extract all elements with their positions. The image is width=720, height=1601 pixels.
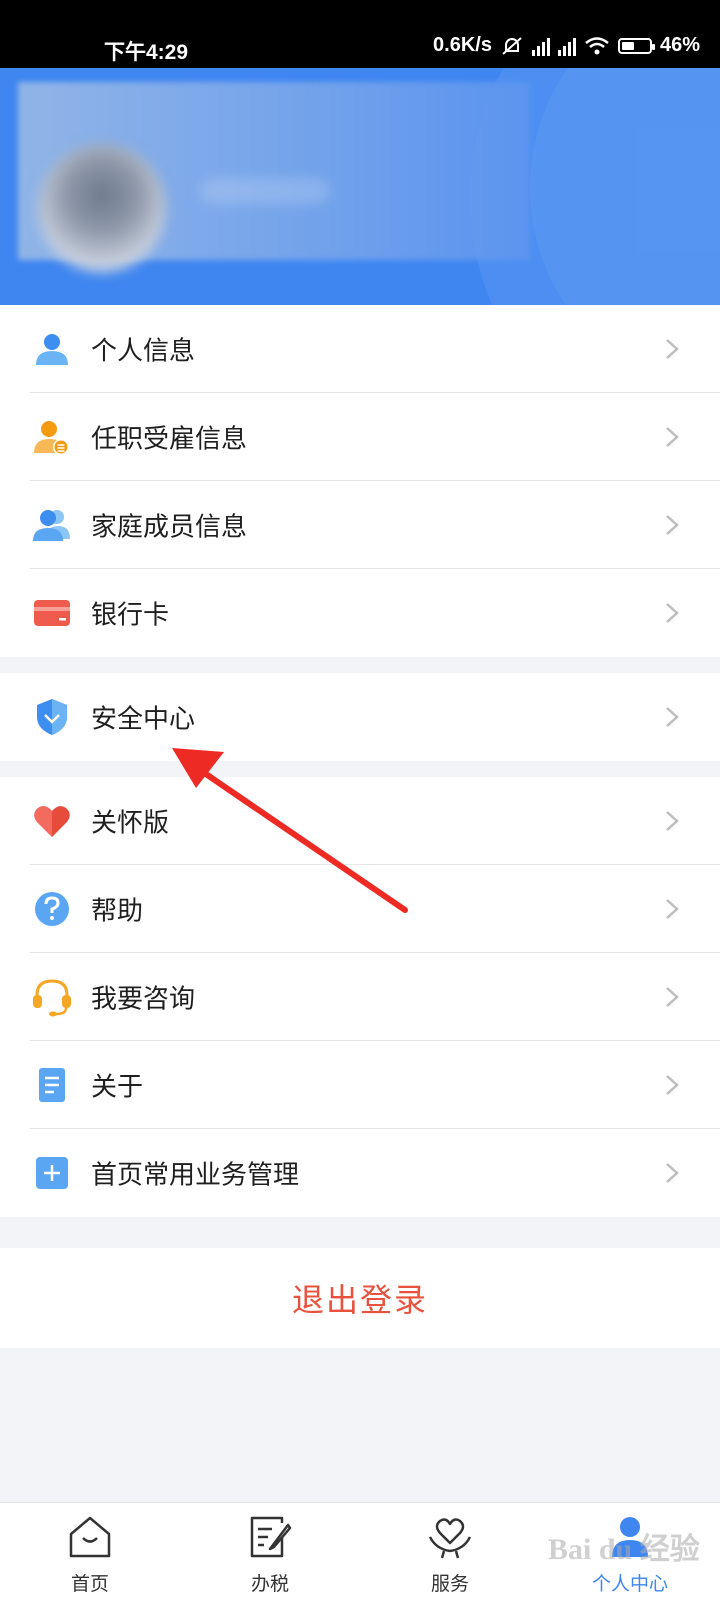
menu-item-label: 银行卡 (91, 600, 170, 631)
tab-label: 办税 (250, 1573, 289, 1595)
shield-icon (37, 699, 67, 735)
chevron-right-icon (666, 899, 679, 919)
menu-item-label: 安全中心 (91, 704, 196, 735)
menu-item-help[interactable]: 帮助 (0, 865, 720, 953)
menu-group-support: 关怀版 帮助 我要咨询 关于 首页常用业务管理 (0, 777, 720, 1217)
logout-button[interactable]: 退出登录 (0, 1248, 720, 1348)
watermark: Bai du 经验 (548, 1533, 700, 1566)
chevron-right-icon (666, 339, 679, 359)
logout-label: 退出登录 (291, 1281, 428, 1319)
tab-home[interactable]: 首页 (0, 1503, 180, 1601)
chevron-right-icon (666, 1163, 679, 1183)
status-bar: 下午4:29 0.6K/s 46% (0, 0, 720, 68)
battery-icon (617, 37, 655, 54)
question-icon (35, 892, 69, 926)
avatar[interactable] (38, 144, 166, 272)
chevron-right-icon (666, 987, 679, 1007)
heart-icon (34, 806, 70, 837)
menu-item-label: 关怀版 (91, 808, 170, 839)
menu-item-consult[interactable]: 我要咨询 (0, 953, 720, 1041)
header-decoration-2 (530, 68, 720, 305)
menu-item-label: 关于 (91, 1072, 144, 1103)
menu-item-home-service-management[interactable]: 首页常用业务管理 (0, 1129, 720, 1217)
menu-item-label: 帮助 (91, 896, 144, 927)
document-icon (39, 1068, 65, 1102)
tab-service[interactable]: 服务 (360, 1503, 540, 1601)
menu-group-security: 安全中心 (0, 673, 720, 761)
menu-item-family-info[interactable]: 家庭成员信息 (0, 481, 720, 569)
tab-label: 个人中心 (591, 1573, 668, 1595)
menu-item-personal-info[interactable]: 个人信息 (0, 305, 720, 393)
tab-tax[interactable]: 办税 (180, 1503, 360, 1601)
menu-item-label: 任职受雇信息 (91, 424, 248, 455)
home-icon (69, 1516, 111, 1558)
tab-label: 首页 (70, 1573, 109, 1595)
menu-item-label: 首页常用业务管理 (91, 1160, 300, 1191)
bank-card-icon (34, 600, 70, 626)
plus-square-icon (36, 1157, 68, 1189)
menu-item-employment-info[interactable]: 任职受雇信息 (0, 393, 720, 481)
menu-item-bank-card[interactable]: 银行卡 (0, 569, 720, 657)
edit-doc-icon (250, 1516, 292, 1558)
chevron-right-icon (666, 707, 679, 727)
menu-item-label: 我要咨询 (91, 984, 196, 1015)
battery-percent: 46% (659, 34, 700, 56)
blurred-username (200, 178, 330, 204)
menu-item-care-version[interactable]: 关怀版 (0, 777, 720, 865)
menu-group-profile: 个人信息 任职受雇信息 家庭成员信息 银行卡 (0, 305, 720, 657)
family-icon (33, 510, 70, 541)
person-icon (36, 334, 68, 365)
status-time: 下午4:29 (104, 41, 189, 64)
headset-icon (33, 979, 71, 1017)
mute-bell-icon (502, 36, 522, 55)
network-speed: 0.6K/s (433, 34, 492, 56)
tab-label: 服务 (430, 1573, 469, 1595)
chevron-right-icon (666, 427, 679, 447)
status-indicators: 0.6K/s 46% (433, 34, 700, 57)
signal-icon-1 (531, 36, 550, 56)
menu-item-about[interactable]: 关于 (0, 1041, 720, 1129)
profile-header[interactable] (0, 68, 720, 305)
chevron-right-icon (666, 811, 679, 831)
chevron-right-icon (666, 515, 679, 535)
chevron-right-icon (666, 1075, 679, 1095)
signal-icon-2 (557, 36, 576, 56)
chevron-right-icon (666, 603, 679, 623)
employment-icon (34, 421, 69, 455)
wifi-icon (585, 36, 609, 54)
menu-item-label: 家庭成员信息 (91, 512, 248, 543)
service-heart-icon (428, 1518, 472, 1559)
menu-item-label: 个人信息 (91, 336, 196, 367)
menu-item-security-center[interactable]: 安全中心 (0, 673, 720, 761)
